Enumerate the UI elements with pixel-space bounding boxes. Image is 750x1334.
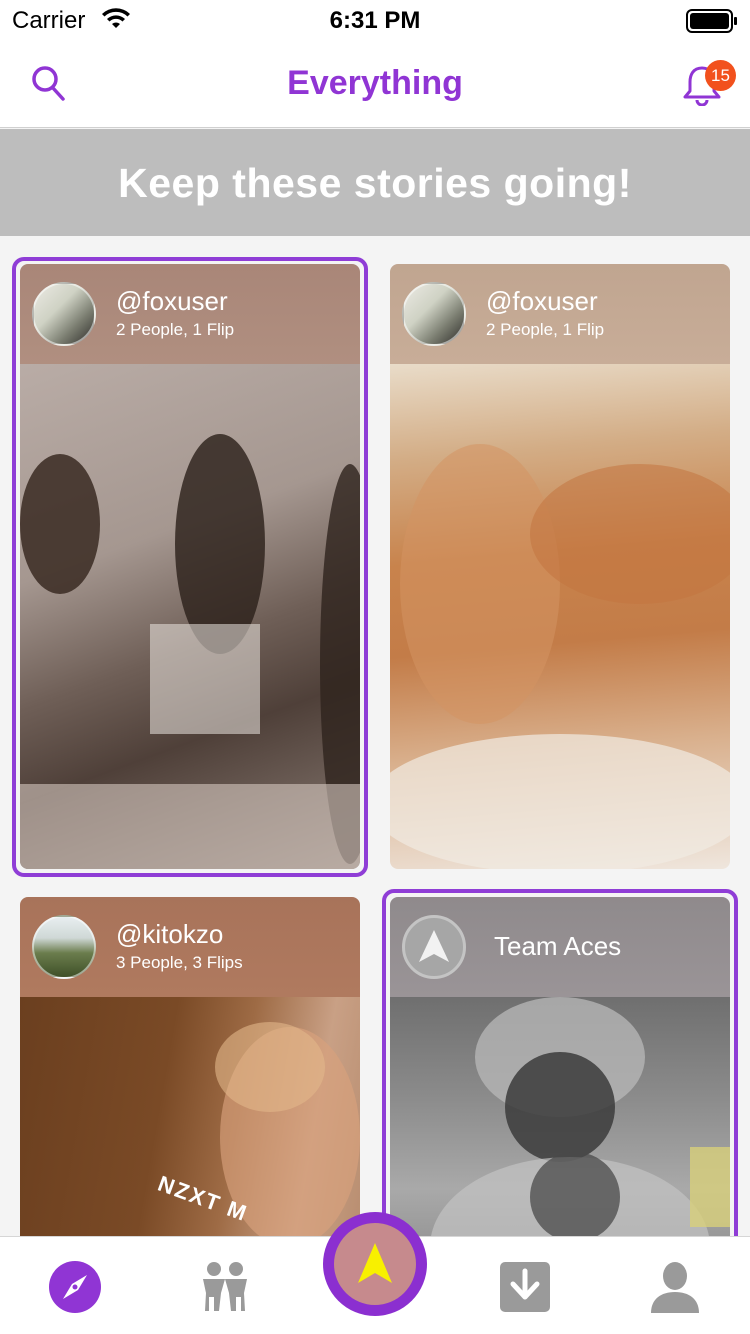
card-media bbox=[390, 997, 730, 1236]
media-figures bbox=[390, 444, 730, 869]
compass-icon[interactable] bbox=[47, 1259, 103, 1315]
story-feed: @foxuser 2 People, 1 Flip @foxuser 2 Peo… bbox=[0, 236, 750, 1236]
avatar[interactable] bbox=[402, 282, 466, 346]
notification-badge[interactable]: 15 bbox=[705, 60, 736, 91]
avatar[interactable] bbox=[32, 282, 96, 346]
story-banner: Keep these stories going! bbox=[0, 129, 750, 236]
banner-text: Keep these stories going! bbox=[118, 160, 632, 206]
card-username[interactable]: @kitokzo bbox=[116, 919, 223, 950]
story-card[interactable]: @foxuser 2 People, 1 Flip bbox=[390, 264, 730, 869]
card-username[interactable]: @foxuser bbox=[116, 286, 228, 317]
card-meta: 2 People, 1 Flip bbox=[486, 320, 605, 339]
arrow-logo-icon bbox=[419, 930, 449, 962]
card-meta: 3 People, 3 Flips bbox=[116, 953, 243, 972]
media-figures bbox=[431, 997, 730, 1236]
profile-icon[interactable] bbox=[647, 1259, 703, 1315]
card-username[interactable]: @foxuser bbox=[486, 286, 598, 317]
card-media bbox=[390, 364, 730, 869]
card-meta: 2 People, 1 Flip bbox=[116, 320, 235, 339]
card-media bbox=[20, 364, 360, 869]
arrow-logo-icon bbox=[358, 1243, 392, 1283]
team-name[interactable]: Team Aces bbox=[494, 931, 621, 962]
story-card[interactable]: @foxuser 2 People, 1 Flip bbox=[20, 264, 360, 869]
create-flip-inner bbox=[334, 1223, 416, 1305]
friends-icon[interactable] bbox=[197, 1259, 253, 1315]
status-time: 6:31 PM bbox=[329, 7, 421, 34]
battery-icon bbox=[686, 9, 737, 33]
story-card[interactable]: Team Aces bbox=[390, 897, 730, 1236]
media-figures bbox=[20, 434, 360, 869]
status-bar: Carrier 6:31 PM bbox=[0, 0, 750, 40]
team-avatar[interactable] bbox=[402, 915, 466, 979]
page-title: Everything bbox=[287, 64, 463, 102]
create-flip-button[interactable] bbox=[323, 1212, 427, 1316]
nav-bar: Everything 15 bbox=[0, 40, 750, 128]
avatar[interactable] bbox=[32, 915, 96, 979]
download-icon[interactable] bbox=[497, 1259, 553, 1315]
